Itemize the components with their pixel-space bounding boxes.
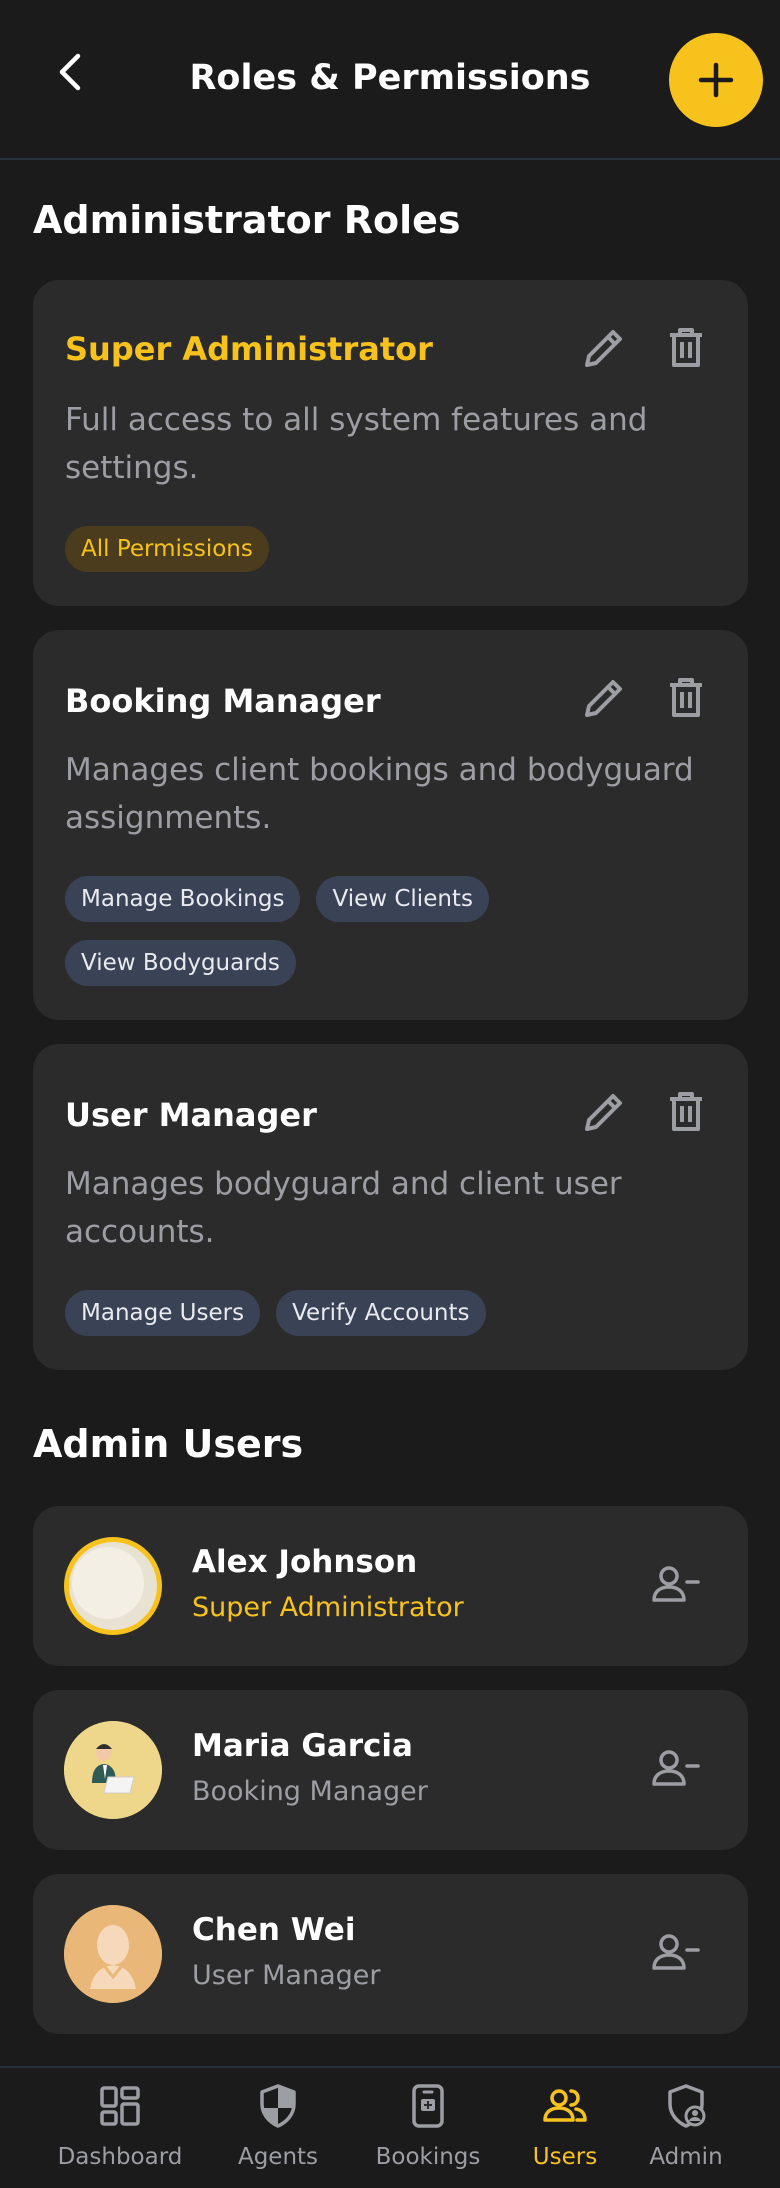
pencil-icon	[585, 330, 622, 367]
nav-item-users[interactable]: Users	[522, 2068, 608, 2188]
nav-label: Bookings	[375, 2144, 481, 2170]
permission-chip: View Bodyguards	[65, 940, 296, 986]
permission-chip: View Clients	[316, 876, 489, 922]
remove-admin-button[interactable]	[649, 1560, 701, 1612]
permission-chips: All Permissions	[65, 526, 725, 572]
add-role-button[interactable]	[669, 33, 780, 127]
nav-item-admin[interactable]: Admin	[640, 2068, 732, 2188]
user-name: Maria Garcia	[192, 1728, 413, 1764]
admin-shield-icon	[668, 2084, 706, 2128]
permission-chip: Manage Bookings	[65, 876, 301, 922]
remove-admin-button[interactable]	[649, 1744, 701, 1796]
role-title: Booking Manager	[65, 682, 381, 720]
section-title-roles: Administrator Roles	[33, 198, 461, 242]
booking-icon	[412, 2084, 444, 2128]
remove-admin-button[interactable]	[649, 1928, 701, 1980]
role-card-super-administrator: Super Administrator Full access to all s…	[33, 280, 748, 606]
role-title: Super Administrator	[65, 330, 433, 368]
edit-role-button[interactable]	[579, 673, 629, 723]
nav-label: Users	[532, 2144, 598, 2170]
role-card-user-manager: User Manager Manages bodyguard and clien…	[33, 1044, 748, 1370]
avatar	[64, 1537, 162, 1635]
permission-chip: Manage Users	[65, 1290, 261, 1336]
avatar	[64, 1721, 162, 1819]
role-description: Full access to all system features and s…	[65, 402, 648, 486]
user-role: Super Administrator	[192, 1592, 464, 1623]
trash-icon	[670, 1092, 702, 1131]
permission-chips: Manage Bookings View Clients View Bodygu…	[65, 876, 725, 986]
user-remove-icon	[652, 1934, 700, 1970]
top-app-bar: Roles & Permissions	[0, 0, 780, 160]
delete-role-button[interactable]	[661, 323, 711, 373]
permission-chip: All Permissions	[65, 526, 269, 572]
delete-role-button[interactable]	[661, 1087, 711, 1137]
role-title: User Manager	[65, 1096, 317, 1134]
nav-label: Agents	[237, 2144, 319, 2170]
trash-icon	[670, 678, 702, 717]
user-role: Booking Manager	[192, 1776, 428, 1807]
edit-role-button[interactable]	[579, 1087, 629, 1137]
nav-label: Admin	[649, 2144, 723, 2170]
permission-chip: Verify Accounts	[276, 1290, 486, 1336]
trash-icon	[670, 328, 702, 367]
user-name: Alex Johnson	[192, 1544, 418, 1580]
nav-label: Dashboard	[57, 2144, 183, 2170]
role-description: Manages client bookings and bodyguard as…	[65, 752, 694, 836]
role-card-booking-manager: Booking Manager Manages client bookings …	[33, 630, 748, 1020]
user-role: User Manager	[192, 1960, 381, 1991]
admin-user-card[interactable]: Alex Johnson Super Administrator	[33, 1506, 748, 1666]
user-name: Chen Wei	[192, 1912, 356, 1948]
bottom-navigation: Dashboard Agents Bookings Users Admin	[0, 2066, 780, 2188]
user-remove-icon	[652, 1566, 700, 1602]
delete-role-button[interactable]	[661, 673, 711, 723]
nav-item-agents[interactable]: Agents	[218, 2068, 338, 2188]
pencil-icon	[585, 1094, 622, 1131]
plus-icon	[698, 62, 734, 98]
section-title-admin-users: Admin Users	[33, 1422, 304, 1466]
nav-item-bookings[interactable]: Bookings	[366, 2068, 490, 2188]
role-description: Manages bodyguard and client user accoun…	[65, 1166, 622, 1250]
dashboard-icon	[100, 2086, 140, 2126]
edit-role-button[interactable]	[579, 323, 629, 373]
avatar	[64, 1905, 162, 2003]
users-icon	[543, 2089, 587, 2122]
admin-user-card[interactable]: Chen Wei User Manager	[33, 1874, 748, 2034]
user-remove-icon	[652, 1750, 700, 1786]
pencil-icon	[585, 680, 622, 717]
nav-item-dashboard[interactable]: Dashboard	[40, 2068, 200, 2188]
admin-user-card[interactable]: Maria Garcia Booking Manager	[33, 1690, 748, 1850]
shield-icon	[260, 2084, 296, 2128]
page-title: Roles & Permissions	[189, 58, 591, 98]
permission-chips: Manage Users Verify Accounts	[65, 1290, 725, 1336]
